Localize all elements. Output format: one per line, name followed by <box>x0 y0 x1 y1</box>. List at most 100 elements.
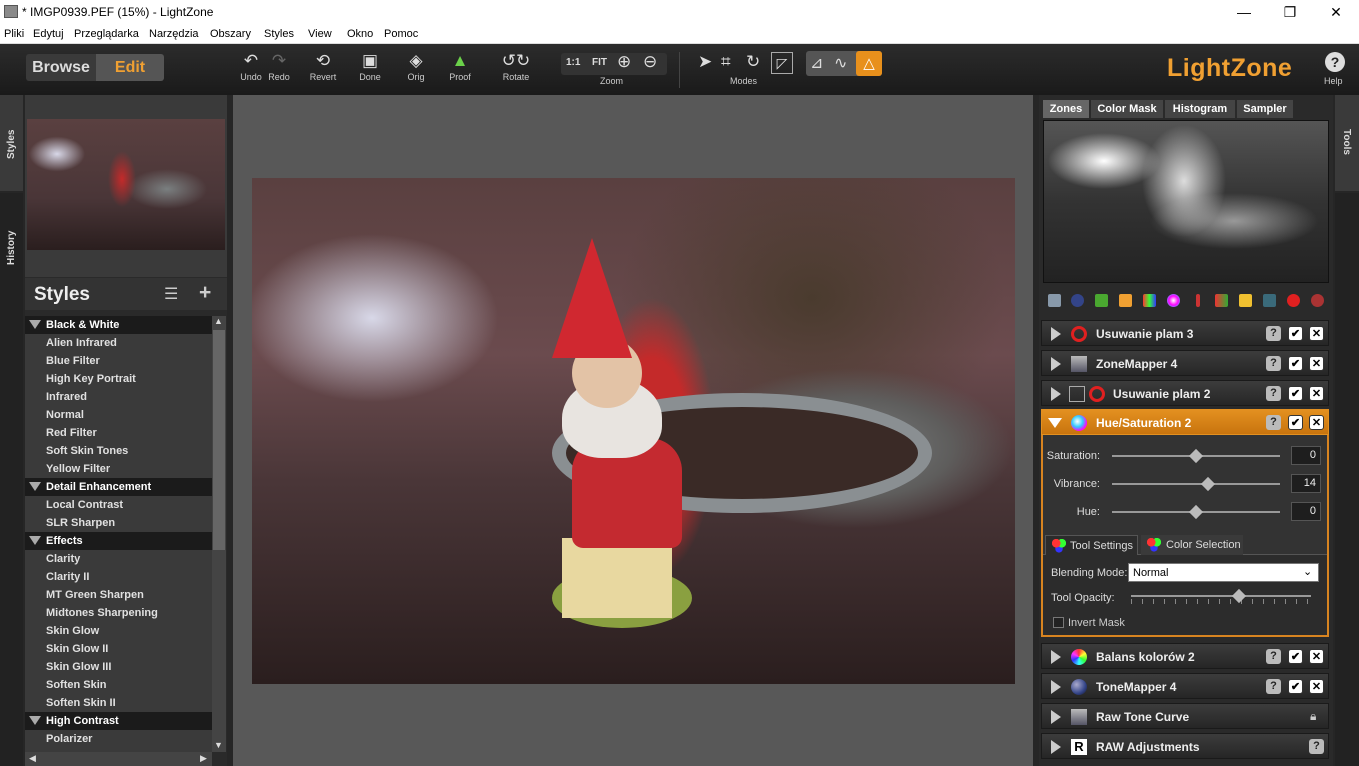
redo-button[interactable]: ↷ Redo <box>266 50 292 82</box>
vibrance-slider[interactable] <box>1112 483 1280 485</box>
style-item[interactable]: High Key Portrait <box>25 370 212 388</box>
collapse-icon[interactable] <box>1048 418 1062 428</box>
menu-view[interactable]: View <box>308 28 332 40</box>
vibrance-value[interactable]: 14 <box>1291 474 1321 493</box>
tab-zones[interactable]: Zones <box>1043 100 1089 118</box>
white-balance-icon[interactable] <box>1239 294 1252 307</box>
relight-icon[interactable] <box>1311 294 1324 307</box>
arrow-mode-icon[interactable]: ➤ <box>698 52 712 72</box>
color-balance-icon[interactable] <box>1143 294 1156 307</box>
style-item[interactable]: Infrared <box>25 388 212 406</box>
minimize-button[interactable]: — <box>1221 0 1267 24</box>
scroll-down-icon[interactable]: ▼ <box>214 740 223 750</box>
scroll-right-icon[interactable]: ▶ <box>200 753 207 764</box>
style-item[interactable]: Polarizer <box>25 730 212 748</box>
style-item[interactable]: Soften Skin <box>25 676 212 694</box>
style-item[interactable]: MT Green Sharpen <box>25 586 212 604</box>
tonemapper-icon[interactable] <box>1071 294 1084 307</box>
style-item[interactable]: Local Contrast <box>25 496 212 514</box>
revert-button[interactable]: ⟲ Revert <box>306 50 340 82</box>
tab-sampler[interactable]: Sampler <box>1237 100 1293 118</box>
tool-enable-checkbox[interactable]: ✔ <box>1288 415 1303 430</box>
tool-row-hue-saturation-2[interactable]: Hue/Saturation 2 ? ✔ ✕ <box>1041 409 1329 435</box>
add-style-icon[interactable]: + <box>199 281 211 305</box>
tool-row-balans-kolorow-2[interactable]: Balans kolorów 2 ? ✔ ✕ <box>1041 643 1329 669</box>
edit-button[interactable]: Edit <box>96 54 164 81</box>
styles-hscrollbar[interactable]: ◀ ▶ <box>25 752 212 766</box>
tool-row-usuwanie-plam-2[interactable]: Usuwanie plam 2 ? ✔ ✕ <box>1041 380 1329 406</box>
spot-icon[interactable] <box>1287 294 1300 307</box>
blending-mode-select[interactable]: Normal <box>1128 563 1319 582</box>
done-button[interactable]: ▣ Done <box>355 50 385 82</box>
menu-styles[interactable]: Styles <box>264 28 294 40</box>
menu-przegladarka[interactable]: Przeglądarka <box>74 28 139 40</box>
expand-icon[interactable] <box>1051 680 1061 694</box>
tool-enable-checkbox[interactable]: ✔ <box>1288 386 1303 401</box>
tool-enable-checkbox[interactable]: ✔ <box>1288 679 1303 694</box>
tab-color-mask[interactable]: Color Mask <box>1091 100 1163 118</box>
zonemapper-icon[interactable] <box>1048 294 1061 307</box>
expand-icon[interactable] <box>1051 740 1061 754</box>
undo-button[interactable]: ↶ Undo <box>238 50 264 82</box>
list-view-icon[interactable]: ☰ <box>164 284 178 304</box>
photo[interactable] <box>252 178 1015 684</box>
chevron-down-icon[interactable]: ⌄ <box>1303 565 1312 578</box>
hue-saturation-icon[interactable] <box>1167 294 1180 307</box>
polygon-icon[interactable]: ⊿ <box>810 53 823 73</box>
tool-help-icon[interactable]: ? <box>1266 326 1281 341</box>
grain-icon[interactable] <box>1263 294 1276 307</box>
rotate-mode-icon[interactable]: ↻ <box>746 52 760 72</box>
tool-delete-icon[interactable]: ✕ <box>1309 326 1324 341</box>
menu-okno[interactable]: Okno <box>347 28 373 40</box>
menu-edytuj[interactable]: Edytuj <box>33 28 64 40</box>
sharpen-icon[interactable] <box>1095 294 1108 307</box>
tool-delete-icon[interactable]: ✕ <box>1309 649 1324 664</box>
style-category[interactable]: High Contrast <box>25 712 212 730</box>
scroll-up-icon[interactable]: ▲ <box>214 316 223 326</box>
tool-row-raw-adjustments[interactable]: R RAW Adjustments ? <box>1041 733 1329 759</box>
tab-histogram[interactable]: Histogram <box>1165 100 1235 118</box>
maximize-button[interactable]: ❐ <box>1267 0 1313 24</box>
invert-mask-checkbox[interactable] <box>1053 617 1064 628</box>
bezier-icon[interactable]: △ <box>856 51 882 76</box>
expand-icon[interactable] <box>1051 387 1061 401</box>
tool-enable-checkbox[interactable]: ✔ <box>1288 356 1303 371</box>
scroll-left-icon[interactable]: ◀ <box>29 753 36 764</box>
style-item[interactable]: Normal <box>25 406 212 424</box>
browse-button[interactable]: Browse <box>26 54 96 81</box>
menu-obszary[interactable]: Obszary <box>210 28 251 40</box>
tool-delete-icon[interactable]: ✕ <box>1309 386 1324 401</box>
tool-help-icon[interactable]: ? <box>1266 386 1281 401</box>
style-item[interactable]: Skin Glow <box>25 622 212 640</box>
red-eye-icon[interactable] <box>1215 294 1228 307</box>
tool-row-usuwanie-plam-3[interactable]: Usuwanie plam 3 ? ✔ ✕ <box>1041 320 1329 346</box>
help-icon[interactable]: ? <box>1325 52 1345 72</box>
tool-help-icon[interactable]: ? <box>1266 415 1281 430</box>
orig-button[interactable]: ◈ Orig <box>401 50 431 82</box>
tab-styles[interactable]: Styles <box>0 95 23 191</box>
zoom-1-1-button[interactable]: 1:1 <box>566 57 580 68</box>
style-item[interactable]: Yellow Filter <box>25 460 212 478</box>
zoom-in-icon[interactable]: ⊕ <box>617 52 631 72</box>
menu-pomoc[interactable]: Pomoc <box>384 28 418 40</box>
style-item[interactable]: Clarity II <box>25 568 212 586</box>
proof-button[interactable]: ▲ Proof <box>444 50 476 82</box>
region-mode-icon[interactable]: ◸ <box>771 52 793 74</box>
style-item[interactable]: Skin Glow II <box>25 640 212 658</box>
style-item[interactable]: Clarity <box>25 550 212 568</box>
tool-delete-icon[interactable]: ✕ <box>1309 356 1324 371</box>
tool-help-icon[interactable]: ? <box>1266 649 1281 664</box>
tool-help-icon[interactable]: ? <box>1266 679 1281 694</box>
noise-icon[interactable] <box>1196 294 1200 307</box>
styles-vscroll-thumb[interactable] <box>213 330 225 550</box>
tool-opacity-slider[interactable] <box>1131 595 1311 597</box>
styles-vscrollbar[interactable]: ▲ ▼ <box>212 316 226 752</box>
blur-icon[interactable] <box>1119 294 1132 307</box>
tool-row-zonemapper-4[interactable]: ZoneMapper 4 ? ✔ ✕ <box>1041 350 1329 376</box>
style-item[interactable]: Soften Skin II <box>25 694 212 712</box>
tool-delete-icon[interactable]: ✕ <box>1309 415 1324 430</box>
menu-narzedzia[interactable]: Narzędzia <box>149 28 199 40</box>
expand-icon[interactable] <box>1051 650 1061 664</box>
style-item[interactable]: Blue Filter <box>25 352 212 370</box>
style-category[interactable]: Black & White <box>25 316 212 334</box>
